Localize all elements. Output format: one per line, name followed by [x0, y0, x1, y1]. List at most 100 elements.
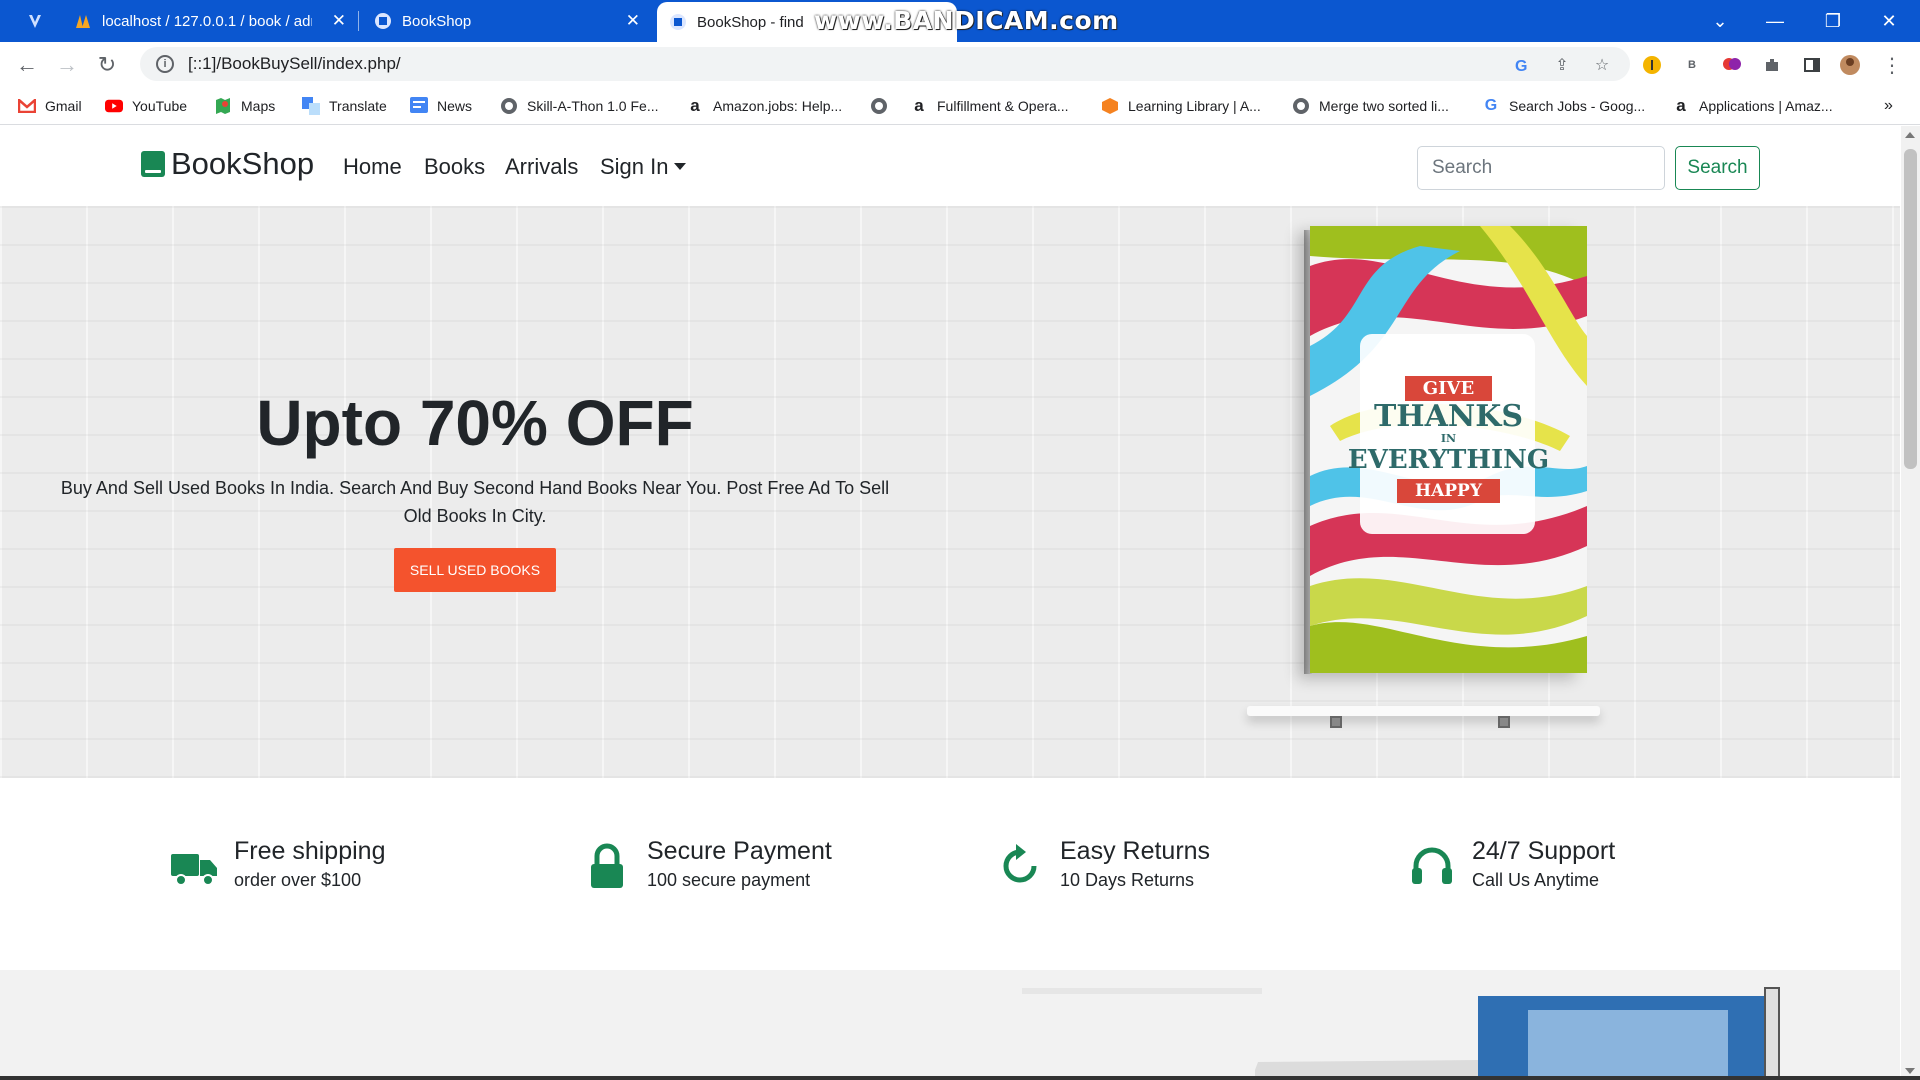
youtube-icon [105, 97, 123, 115]
bookmark-label: Amazon.jobs: Help... [713, 98, 843, 114]
feature-free-shipping: Free shipping order over $100 [170, 836, 385, 894]
globe-icon [1292, 97, 1310, 115]
bookmark-maps[interactable]: Maps [214, 95, 275, 117]
hero-description: Buy And Sell Used Books In India. Search… [60, 478, 890, 526]
feature-easy-returns: Easy Returns 10 Days Returns [996, 836, 1210, 894]
wall-shelf [1247, 706, 1600, 716]
reload-icon[interactable]: ↻ [92, 50, 122, 80]
extensions-puzzle-icon[interactable] [1760, 53, 1784, 77]
scroll-up-arrow-icon[interactable] [1905, 132, 1915, 138]
bookmark-label: Applications | Amaz... [1699, 98, 1833, 114]
menu-kebab-icon[interactable]: ⋮ [1880, 53, 1904, 77]
bookmark-label: Merge two sorted li... [1319, 98, 1449, 114]
amazon-icon: a [1676, 96, 1686, 115]
bookmark-merge-two-sorted[interactable]: Merge two sorted li... [1292, 95, 1449, 117]
extension-yellow-icon[interactable] [1640, 53, 1664, 77]
features-section: Free shipping order over $100 Secure Pay… [0, 778, 1900, 970]
bookmark-label: Search Jobs - Goog... [1509, 98, 1646, 114]
back-icon[interactable]: ← [12, 50, 42, 80]
truck-icon [170, 842, 218, 890]
bookmark-label: Translate [329, 98, 387, 114]
search-button[interactable]: Search [1675, 146, 1760, 190]
next-banner-art [1022, 987, 1780, 1080]
address-bar[interactable]: i [::1]/BookBuySell/index.php/ [140, 47, 1630, 81]
cover-line-thanks: THANKS [1373, 399, 1524, 434]
bookmark-amazon-jobs[interactable]: a Amazon.jobs: Help... [686, 95, 842, 117]
minimize-icon[interactable]: — [1752, 0, 1798, 42]
bookmark-applications[interactable]: a Applications | Amaz... [1672, 95, 1833, 117]
amazon-icon: a [914, 96, 924, 115]
sell-used-books-button[interactable]: SELL USED BOOKS [394, 548, 556, 592]
bookmark-globe[interactable] [870, 95, 897, 117]
bookmark-label: Skill-A-Thon 1.0 Fe... [527, 98, 659, 114]
tab-bookshop[interactable]: BookShop ✕ [362, 0, 652, 42]
feature-subtitle: 10 Days Returns [1060, 870, 1195, 890]
globe-icon [870, 97, 888, 115]
bookmark-label: YouTube [132, 98, 188, 114]
vpn-icon [26, 12, 44, 30]
bookmarks-bar: Gmail YouTube Maps Translate News Skill-… [0, 87, 1920, 125]
scroll-thumb[interactable] [1904, 149, 1917, 469]
nav-home[interactable]: Home [343, 154, 402, 180]
bookmark-label: Fulfillment & Opera... [937, 98, 1069, 114]
gmail-icon [18, 97, 36, 115]
headset-icon [1408, 842, 1456, 890]
url-text: [::1]/BookBuySell/index.php/ [188, 54, 401, 73]
globe-icon [500, 97, 518, 115]
translate-icon [302, 97, 320, 115]
share-icon[interactable]: ⇪ [1550, 53, 1574, 77]
site-icon [374, 12, 392, 30]
close-tab-icon[interactable]: ✕ [332, 11, 346, 31]
bookmarks-overflow-button[interactable]: » [1884, 95, 1893, 117]
close-window-icon[interactable]: ✕ [1866, 0, 1912, 42]
extension-brain-icon[interactable] [1720, 53, 1744, 77]
bookmark-star-icon[interactable]: ☆ [1590, 53, 1614, 77]
bookmark-news[interactable]: News [410, 95, 472, 117]
aws-icon [1101, 97, 1119, 115]
news-icon [410, 97, 428, 115]
cover-line-give: GIVE [1404, 376, 1493, 401]
amazon-icon: a [690, 96, 700, 115]
tab-phpmyadmin[interactable]: localhost / 127.0.0.1 / book / adr ✕ [62, 0, 358, 42]
feature-subtitle: 100 secure payment [647, 870, 811, 890]
nav-sign-in-dropdown[interactable]: Sign In [600, 154, 686, 180]
profile-avatar[interactable] [1838, 53, 1862, 77]
page-scrollbar[interactable] [1901, 126, 1920, 1080]
tab-vpn[interactable] [14, 0, 58, 42]
nav-books[interactable]: Books [424, 154, 485, 180]
nav-arrivals[interactable]: Arrivals [505, 154, 578, 180]
bookmark-label: Maps [241, 98, 276, 114]
tab-title: BookShop [402, 12, 472, 30]
shelf-bracket [1330, 716, 1342, 728]
tab-search-icon[interactable]: ⌄ [1697, 0, 1743, 42]
bookmark-search-jobs[interactable]: G Search Jobs - Goog... [1482, 95, 1645, 117]
scroll-down-arrow-icon[interactable] [1905, 1068, 1915, 1074]
shelf-bracket [1498, 716, 1510, 728]
browser-tab-strip: localhost / 127.0.0.1 / book / adr ✕ Boo… [0, 0, 1920, 42]
bookmark-label: Gmail [45, 98, 82, 114]
extension-b-icon[interactable]: B [1680, 53, 1704, 77]
feature-subtitle: Call Us Anytime [1472, 870, 1600, 890]
side-panel-icon[interactable] [1800, 53, 1824, 77]
tab-title: localhost / 127.0.0.1 / book / adr [102, 12, 312, 30]
close-tab-icon[interactable]: ✕ [626, 11, 640, 31]
bookmark-fulfillment[interactable]: a Fulfillment & Opera... [910, 95, 1069, 117]
forward-icon[interactable]: → [52, 50, 82, 80]
bookmark-label: Learning Library | A... [1128, 98, 1261, 114]
bookmark-learning-library[interactable]: Learning Library | A... [1101, 95, 1261, 117]
search-input[interactable] [1417, 146, 1665, 190]
site-info-icon[interactable]: i [156, 55, 174, 73]
brand-logo[interactable]: BookShop [141, 146, 314, 182]
next-section-banner [0, 970, 1900, 1080]
feature-title: Secure Payment [647, 837, 832, 865]
cover-line-in: IN [1440, 432, 1457, 445]
tab-title: BookShop - find [697, 13, 804, 31]
google-icon[interactable]: G [1510, 53, 1534, 77]
bookmark-skill-a-thon[interactable]: Skill-A-Thon 1.0 Fe... [500, 95, 659, 117]
bookmark-translate[interactable]: Translate [302, 95, 387, 117]
maps-icon [214, 97, 232, 115]
bookmark-youtube[interactable]: YouTube [105, 95, 187, 117]
bookmark-gmail[interactable]: Gmail [18, 95, 82, 117]
restore-icon[interactable]: ❐ [1810, 0, 1856, 42]
brand-name: BookShop [171, 146, 315, 181]
